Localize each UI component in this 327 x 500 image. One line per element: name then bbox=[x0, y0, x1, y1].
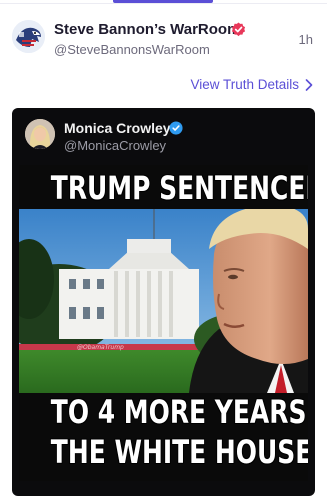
chevron-right-icon bbox=[305, 78, 313, 91]
verified-badge-icon bbox=[231, 22, 246, 37]
embedded-verified-badge-icon bbox=[169, 121, 183, 135]
top-divider bbox=[0, 3, 327, 4]
meme-headline-top: TRUMP SENTENCED bbox=[50, 169, 308, 207]
white-house-trump-photo: @ObamaTrump bbox=[19, 209, 308, 393]
embedded-author-handle[interactable]: @MonicaCrowley bbox=[64, 138, 166, 153]
post-header: Steve Bannon’s WarRoom @SteveBannonsWarR… bbox=[0, 18, 327, 62]
view-truth-details-label: View Truth Details bbox=[190, 77, 299, 92]
meme-image[interactable]: @ObamaTrump TRUMP SENTENCED TO 4 MORE YE… bbox=[19, 165, 308, 481]
embedded-post-card[interactable]: Monica Crowley @MonicaCrowley @ObamaTrum… bbox=[12, 108, 315, 496]
svg-text:@ObamaTrump: @ObamaTrump bbox=[77, 344, 124, 351]
embedded-author-avatar[interactable] bbox=[25, 119, 55, 149]
author-name[interactable]: Steve Bannon’s WarRoom bbox=[54, 21, 240, 38]
view-truth-details-link[interactable]: View Truth Details bbox=[190, 77, 313, 92]
author-handle[interactable]: @SteveBannonsWarRoom bbox=[54, 42, 210, 57]
meme-headline-bottom-line1: TO 4 MORE YEARS IN bbox=[50, 393, 308, 431]
author-avatar[interactable] bbox=[12, 20, 45, 53]
embedded-author-name[interactable]: Monica Crowley bbox=[64, 120, 171, 136]
post-timestamp: 1h bbox=[298, 32, 313, 47]
meme-headline-bottom-line2: THE WHITE HOUSE bbox=[50, 433, 308, 471]
